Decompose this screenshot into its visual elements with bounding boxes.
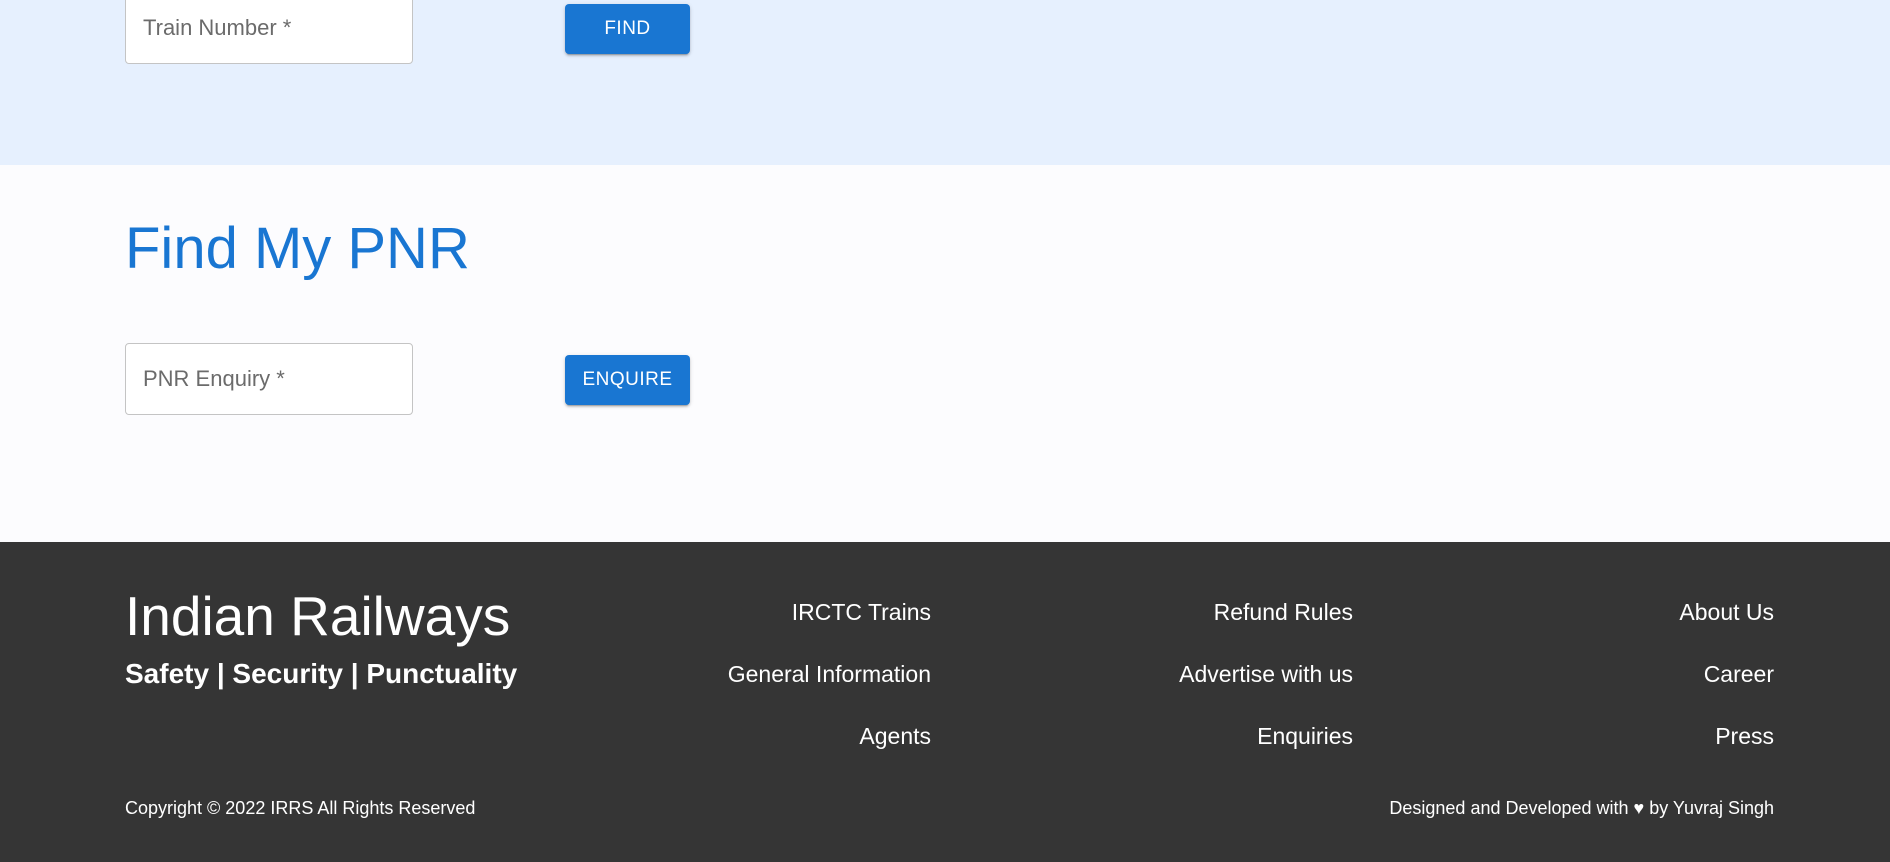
footer-link-press[interactable]: Press (1715, 723, 1774, 785)
pnr-section-title: Find My PNR (125, 216, 470, 281)
footer-links-column-3: About Us Career Press (1679, 599, 1774, 785)
copyright-text: Copyright © 2022 IRRS All Rights Reserve… (125, 798, 476, 818)
footer-brand: Indian Railways (125, 585, 511, 647)
footer-links-column-1: IRCTC Trains General Information Agents (728, 599, 931, 785)
footer-link-career[interactable]: Career (1704, 661, 1774, 723)
credits-text: Designed and Developed with ♥ by Yuvraj … (1389, 798, 1774, 818)
footer-link-about-us[interactable]: About Us (1679, 599, 1774, 661)
site-footer: Indian Railways Safety | Security | Punc… (0, 542, 1890, 862)
footer-link-advertise[interactable]: Advertise with us (1179, 661, 1353, 723)
enquire-button[interactable]: ENQUIRE (565, 355, 690, 405)
footer-link-refund-rules[interactable]: Refund Rules (1214, 599, 1353, 661)
footer-link-agents[interactable]: Agents (859, 723, 931, 785)
footer-tagline: Safety | Security | Punctuality (125, 658, 518, 689)
train-number-input[interactable] (125, 0, 413, 64)
find-button[interactable]: FIND (565, 4, 690, 54)
footer-link-enquiries[interactable]: Enquiries (1257, 723, 1353, 785)
pnr-enquiry-input[interactable] (125, 343, 413, 415)
train-search-section: FIND (0, 0, 1890, 165)
footer-link-irctc-trains[interactable]: IRCTC Trains (792, 599, 931, 661)
footer-links-column-2: Refund Rules Advertise with us Enquiries (1179, 599, 1353, 785)
footer-link-general-information[interactable]: General Information (728, 661, 931, 723)
